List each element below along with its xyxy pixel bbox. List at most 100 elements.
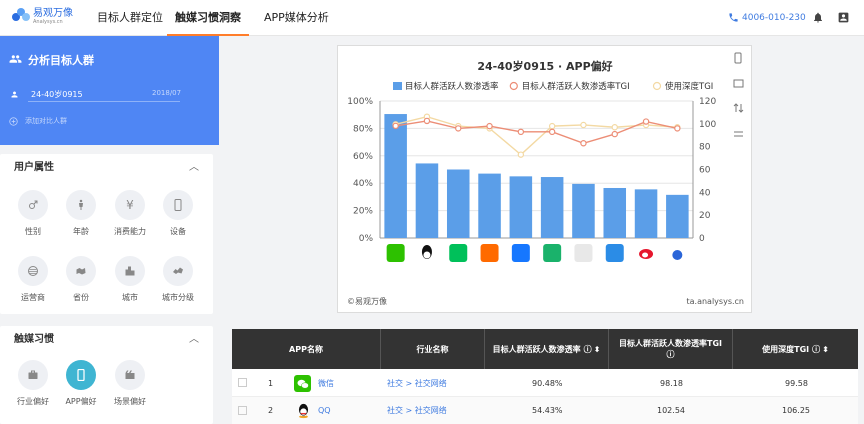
- media-app[interactable]: APP偏好: [60, 360, 102, 407]
- bar: [666, 194, 689, 238]
- nav-media-habits[interactable]: 触媒习惯洞察: [167, 0, 249, 36]
- toolbox-switch-icon[interactable]: [733, 103, 744, 113]
- account-icon[interactable]: [837, 11, 850, 24]
- info-icon: ⓘ: [666, 350, 675, 359]
- app-table: APP名称 行业名称 目标人群活跃人数渗透率 ⓘ ⬍ 目标人群活跃人数渗透率TGI ⓘ…: [232, 329, 858, 424]
- toolbox-restore-icon[interactable]: [734, 131, 743, 137]
- bar: [572, 183, 595, 238]
- row-app-name[interactable]: QQ: [318, 397, 331, 424]
- media-habit-card: 触媒习惯 ︿ 行业偏好 APP偏好 场景偏好: [0, 326, 213, 424]
- tencent-video-icon: [543, 244, 562, 262]
- toolbox-mobile-icon[interactable]: [734, 52, 742, 64]
- map-icon: [76, 268, 86, 275]
- media-habit-title: 触媒习惯: [14, 334, 54, 345]
- nav-target-group[interactable]: 目标人群定位: [97, 0, 163, 36]
- age-icon: [79, 199, 83, 210]
- phone-link[interactable]: 4006-010-230: [728, 12, 806, 23]
- y-tick-label-left: 60%: [353, 152, 373, 162]
- attr-city[interactable]: 城市: [109, 256, 151, 303]
- bar: [540, 177, 564, 238]
- group-date: 2018/07: [152, 89, 182, 97]
- user-attr-title: 用户属性: [14, 162, 54, 173]
- col-tgi[interactable]: 目标人群活跃人数渗透率TGI ⓘ: [609, 329, 733, 369]
- baidu-icon-paw: [672, 250, 683, 260]
- attr-gender[interactable]: 性别: [12, 190, 54, 237]
- table-row[interactable]: 2 QQ 社交 > 社交网络 54.43% 102.54 106.25: [232, 397, 858, 424]
- add-compare-button[interactable]: 添加对比人群: [9, 116, 67, 126]
- penetration-tgi-point: [674, 125, 681, 132]
- bell-icon[interactable]: [812, 11, 824, 24]
- attr-province[interactable]: 省份: [60, 256, 102, 303]
- row-checkbox[interactable]: [238, 406, 247, 415]
- add-circle-icon: [9, 116, 18, 126]
- media-industry[interactable]: 行业偏好: [12, 360, 54, 407]
- media-scene[interactable]: 场景偏好: [109, 360, 151, 407]
- depth-tgi-point: [517, 151, 525, 158]
- penetration-tgi-point: [611, 130, 618, 138]
- penetration-tgi-point: [486, 122, 493, 130]
- row-industry[interactable]: 社交 > 社交网络: [387, 397, 447, 424]
- user-attr-header[interactable]: 用户属性 ︿: [0, 154, 213, 182]
- city-icon: [125, 266, 135, 276]
- y-tick-label-left: 20%: [353, 207, 373, 217]
- attr-consumption[interactable]: ¥ 消费能力: [109, 190, 151, 237]
- info-icon: ⓘ: [812, 344, 821, 354]
- add-compare-label: 添加对比人群: [25, 117, 67, 125]
- col-depth[interactable]: 使用深度TGI ⓘ ⬍: [733, 329, 858, 369]
- toolbox-data-view-icon[interactable]: [733, 79, 744, 88]
- y-tick-label-right: 40: [699, 188, 711, 198]
- qq-icon-face: [423, 251, 431, 259]
- nav-app-analysis[interactable]: APP媒体分析: [264, 0, 329, 36]
- sort-icon: ⬍: [593, 344, 601, 354]
- y-tick-label-right: 100: [699, 120, 716, 130]
- phone-icon: [729, 13, 738, 22]
- penetration-tgi-point: [580, 140, 587, 147]
- media-habit-header[interactable]: 触媒习惯 ︿: [0, 326, 213, 354]
- y-tick-label-right: 80: [699, 143, 711, 153]
- penetration-tgi-point: [642, 118, 650, 125]
- weibo-icon-eye: [642, 252, 649, 258]
- legend-label: 使用深度TGI: [665, 81, 713, 92]
- depth-tgi-point: [548, 122, 556, 130]
- group-name[interactable]: 24-40岁0915: [31, 89, 83, 100]
- chevron-up-icon[interactable]: ︿: [189, 154, 199, 182]
- bar: [509, 176, 533, 238]
- row-depth: 106.25: [782, 406, 810, 415]
- legend-label: 目标人群活跃人数渗透率: [405, 81, 499, 92]
- attr-device[interactable]: 设备: [157, 190, 199, 237]
- penetration-tgi-point: [517, 128, 525, 136]
- user-attr-card: 用户属性 ︿ 性别 年龄 ¥ 消费能力 设备 运营商 省份 城市 城市分级: [0, 154, 213, 314]
- row-penetration: 90.48%: [532, 378, 563, 388]
- app-preference-chart: 24-40岁0915 · APP偏好 目标人群活跃人数渗透率 目标人群活跃人数渗透…: [347, 52, 745, 306]
- y-tick-label-left: 40%: [353, 179, 373, 189]
- bar: [415, 163, 439, 238]
- attr-age[interactable]: 年龄: [60, 190, 102, 237]
- bar: [446, 169, 470, 238]
- row-checkbox[interactable]: [238, 378, 247, 387]
- row-app-name[interactable]: 微信: [318, 369, 334, 397]
- legend-swatch: [393, 82, 402, 90]
- penetration-tgi-point: [392, 122, 399, 130]
- col-penetration[interactable]: 目标人群活跃人数渗透率 ⓘ ⬍: [485, 329, 609, 369]
- penetration-tgi-point: [548, 128, 556, 136]
- y-tick-label-right: 60: [699, 166, 711, 176]
- y-tick-label-left: 0%: [359, 234, 374, 244]
- y-tick-label-right: 0: [699, 234, 705, 244]
- row-industry[interactable]: 社交 > 社交网络: [387, 369, 447, 397]
- chevron-up-icon[interactable]: ︿: [189, 326, 199, 354]
- legend-swatch: [652, 81, 662, 91]
- gender-icon: [29, 200, 38, 209]
- y-tick-label-left: 80%: [353, 124, 373, 134]
- row-depth: 99.58: [785, 378, 808, 388]
- chart-legend: 目标人群活跃人数渗透率 目标人群活跃人数渗透率TGI 使用深度TGI: [393, 81, 713, 92]
- table-row[interactable]: 1 微信 社交 > 社交网络 90.48% 98.18 99.58: [232, 369, 858, 397]
- row-rank: 2: [268, 406, 274, 415]
- penetration-tgi-point: [455, 125, 462, 132]
- attr-carrier[interactable]: 运营商: [12, 256, 54, 303]
- brand-logo[interactable]: 易观万像 Analysys.cn: [12, 8, 73, 26]
- logo-mark-icon: [12, 8, 30, 26]
- chart-footer-url: ta.analysys.cn: [687, 297, 745, 306]
- sort-icon: ⬍: [822, 344, 829, 354]
- attr-city-tier[interactable]: 城市分级: [157, 256, 199, 303]
- taobao-icon: [480, 244, 499, 262]
